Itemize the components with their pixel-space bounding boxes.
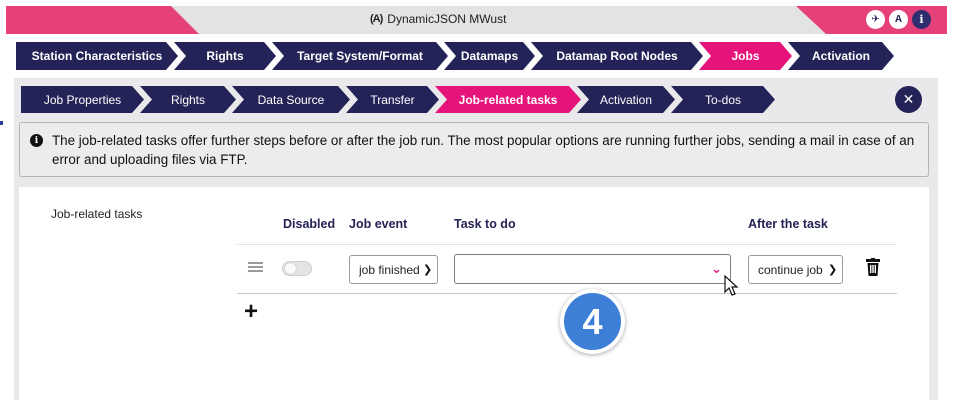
tab-rights[interactable]: Rights — [174, 42, 276, 70]
column-header-task: Task to do — [454, 217, 516, 231]
subtab-data-source[interactable]: Data Source — [232, 86, 350, 113]
column-header-disabled: Disabled — [283, 217, 336, 231]
subtab-job-related-tasks[interactable]: Job-related tasks — [435, 86, 581, 113]
subtab-to-dos[interactable]: To-dos — [671, 86, 775, 113]
tab-target-system-format[interactable]: Target System/Format — [272, 42, 448, 70]
chevron-down-icon: ⌄ — [711, 261, 722, 276]
column-header-job-event: Job event — [349, 217, 408, 231]
tab-activation[interactable]: Activation — [788, 42, 894, 70]
chevron-down-icon: ❯ — [423, 264, 433, 276]
disabled-toggle[interactable] — [282, 261, 312, 276]
titlebar-buttons: ✈ A i — [866, 10, 931, 29]
job-event-select[interactable]: job finished ❯ — [349, 255, 438, 284]
edge-marker — [0, 121, 3, 125]
window-title: (A) DynamicJSON MWust — [370, 12, 506, 26]
subtab-job-properties[interactable]: Job Properties — [21, 86, 144, 113]
after-task-select[interactable]: continue job ❯ — [748, 255, 843, 284]
section-label: Job-related tasks — [51, 207, 143, 221]
outer-breadcrumb: Station Characteristics Rights Target Sy… — [16, 42, 894, 70]
window-title-text: DynamicJSON MWust — [387, 12, 507, 26]
subtab-activation[interactable]: Activation — [577, 86, 675, 113]
task-select[interactable]: ⌄ — [454, 254, 731, 284]
drag-handle-icon[interactable] — [248, 262, 263, 272]
row-divider-bottom — [237, 293, 897, 294]
trash-icon[interactable] — [866, 258, 880, 276]
info-text: The job-related tasks offer further step… — [52, 133, 915, 167]
airplane-icon[interactable]: ✈ — [866, 10, 885, 29]
tab-jobs[interactable]: Jobs — [699, 42, 792, 70]
antenna-icon: (A) — [370, 13, 383, 25]
subtab-rights[interactable]: Rights — [140, 86, 236, 113]
row-divider-top — [237, 244, 897, 245]
antenna-button-icon[interactable]: A — [889, 10, 908, 29]
info-icon[interactable]: i — [912, 10, 931, 29]
info-circle-icon: i — [30, 134, 43, 147]
tab-datamaps[interactable]: Datamaps — [444, 42, 535, 70]
step-number-badge: 4 — [560, 289, 625, 354]
subtab-transfer[interactable]: Transfer — [346, 86, 439, 113]
info-box: i The job-related tasks offer further st… — [19, 122, 929, 177]
close-icon[interactable]: ✕ — [895, 86, 922, 113]
column-header-after: After the task — [748, 217, 828, 231]
tab-datamap-root-nodes[interactable]: Datamap Root Nodes — [531, 42, 703, 70]
step-number: 4 — [564, 293, 621, 350]
tab-station-characteristics[interactable]: Station Characteristics — [16, 42, 178, 70]
mouse-cursor-icon — [724, 275, 739, 296]
inner-breadcrumb: Job Properties Rights Data Source Transf… — [21, 86, 775, 113]
chevron-down-icon: ❯ — [828, 264, 838, 276]
add-task-button[interactable]: + — [244, 300, 258, 324]
